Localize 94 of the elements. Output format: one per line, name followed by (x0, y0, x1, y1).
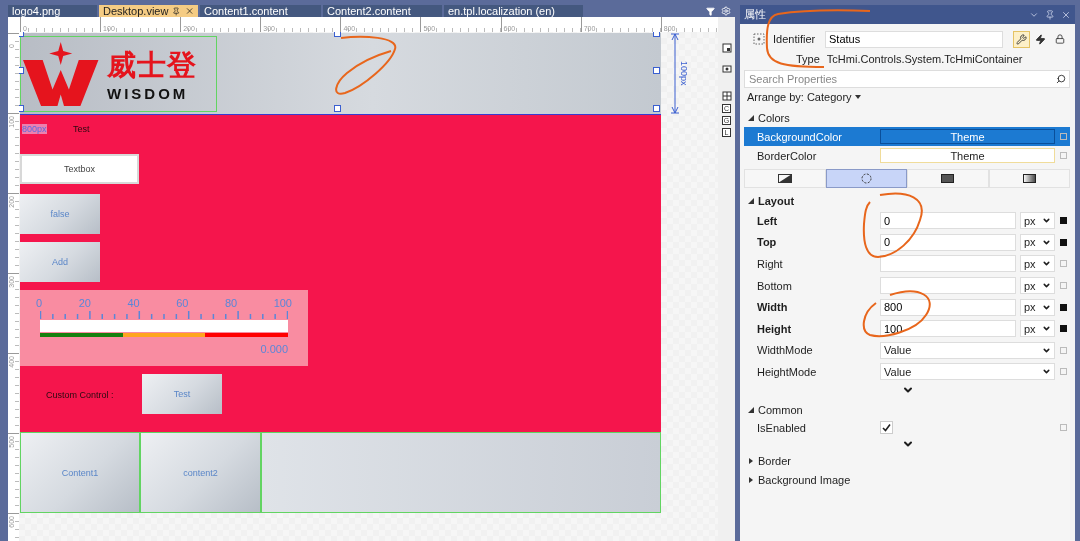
resize-handle[interactable] (334, 32, 341, 37)
expanded-triangle-icon[interactable] (748, 198, 754, 204)
property-name: HeightMode (757, 365, 818, 378)
settings-icon[interactable] (721, 6, 731, 16)
dropdown-caret-icon[interactable] (854, 95, 861, 99)
editor-tab[interactable]: Content1.content (200, 5, 321, 17)
dotted-square-icon (753, 33, 765, 45)
grid-icon[interactable] (721, 91, 732, 101)
gauge-reading: 0.000 (260, 343, 288, 355)
unit-dropdown[interactable]: px (1020, 298, 1055, 316)
collapsed-triangle-icon[interactable] (748, 476, 754, 483)
property-name: BorderColor (757, 149, 818, 162)
eye-icon[interactable] (721, 64, 732, 74)
lightning-icon (1035, 33, 1046, 45)
lock-icon (1054, 34, 1065, 44)
property-name: IsEnabled (757, 421, 807, 434)
property-name: WidthMode (757, 344, 814, 357)
identifier-label: Identifier (773, 33, 817, 45)
gauge-tick-label: 60 (176, 297, 189, 309)
dotted-circle-icon (860, 173, 872, 184)
logo-image-frame[interactable]: 威士登 WISDOM (20, 36, 217, 112)
property-name: Top (757, 236, 778, 249)
mode-dropdown[interactable]: Value (880, 341, 1055, 359)
diagonal-square-icon (777, 174, 792, 183)
editor-tab[interactable]: Desktop.view (99, 5, 198, 17)
resize-handle[interactable] (653, 32, 660, 37)
color-value-field[interactable]: Theme (880, 148, 1055, 163)
value-field[interactable]: 0 (880, 233, 1016, 251)
property-name: Width (757, 301, 789, 314)
value-marker (1060, 133, 1067, 140)
property-name: Left (757, 214, 779, 227)
title-text: Test (73, 124, 90, 134)
property-row[interactable]: BorderColor Theme (744, 146, 1070, 165)
resize-handle[interactable] (19, 105, 24, 112)
unit-dropdown[interactable]: px (1020, 212, 1055, 230)
identifier-field[interactable]: Status (825, 30, 1003, 48)
close-icon[interactable] (1061, 9, 1071, 20)
search-icon[interactable] (1056, 74, 1066, 84)
value-marker (1060, 152, 1067, 159)
value-field[interactable]: 800 (880, 298, 1016, 316)
pin-icon[interactable] (172, 6, 181, 16)
category-header[interactable]: Colors (758, 112, 790, 124)
editor-tab[interactable]: Content2.content (323, 5, 442, 17)
panel-title: 属性 (744, 7, 766, 22)
value-field[interactable] (880, 255, 1016, 273)
unit-dropdown[interactable]: px (1020, 233, 1055, 251)
color-value-field[interactable]: Theme (880, 129, 1055, 144)
checkbox[interactable] (880, 421, 893, 435)
property-name: BackgroundColor (757, 130, 843, 143)
textbox-control[interactable]: Textbox (20, 154, 139, 184)
expanded-triangle-icon[interactable] (748, 406, 754, 413)
editor-tab[interactable]: en.tpl.localization (en) (444, 5, 583, 17)
property-name: Bottom (757, 279, 793, 292)
wrench-icon (1016, 33, 1027, 45)
gauge-tick-label: 40 (127, 297, 140, 309)
gradient-rectangle-icon (1022, 174, 1036, 183)
custom-control-label: Custom Control : (46, 390, 114, 400)
resize-handle[interactable] (19, 67, 24, 74)
logo-chinese-text: 威士登 (107, 47, 197, 84)
category-header[interactable]: Layout (758, 195, 795, 207)
collapsed-triangle-icon[interactable] (748, 457, 754, 464)
page-icon[interactable] (721, 43, 732, 53)
editor-tab[interactable]: logo4.png (8, 5, 97, 17)
dimension-line-icon (671, 33, 679, 114)
category-header[interactable]: Border (758, 454, 792, 467)
solid-rectangle-icon (941, 174, 955, 183)
close-icon[interactable] (184, 6, 194, 16)
resize-handle[interactable] (653, 105, 660, 112)
category-header[interactable]: Common (758, 403, 803, 416)
height-dimension-label: 100px (679, 61, 689, 86)
search-field[interactable]: Search Properties (744, 70, 1070, 88)
pin-icon[interactable] (1045, 9, 1055, 20)
type-value: TcHmi.Controls.System.TcHmiContainer (826, 53, 1023, 65)
unit-dropdown[interactable]: px (1020, 277, 1055, 295)
category-header[interactable]: Background Image (758, 473, 851, 486)
gauge-tick-label: 100 (273, 297, 292, 309)
width-dimension-label: 800px (22, 124, 47, 134)
unit-dropdown[interactable]: px (1020, 255, 1055, 273)
gauge-tick-label: 80 (224, 297, 238, 309)
property-row[interactable]: BackgroundColor Theme (744, 127, 1070, 146)
value-field[interactable] (880, 277, 1016, 295)
resize-handle[interactable] (653, 67, 660, 74)
unit-dropdown[interactable]: px (1020, 320, 1055, 338)
property-name: Right (757, 258, 784, 270)
property-name: Height (757, 322, 793, 335)
value-field[interactable]: 0 (880, 212, 1016, 230)
expanded-triangle-icon[interactable] (748, 115, 754, 121)
gauge-tick-label: 0 (36, 297, 43, 309)
type-label: Type (796, 53, 820, 65)
mode-dropdown[interactable]: Value (880, 363, 1055, 381)
arrange-by-dropdown[interactable]: Arrange by: Category (747, 91, 852, 103)
logo-wordmark: WISDOM (107, 85, 189, 103)
resize-handle[interactable] (334, 105, 341, 112)
gauge-tick-label: 20 (78, 297, 91, 309)
